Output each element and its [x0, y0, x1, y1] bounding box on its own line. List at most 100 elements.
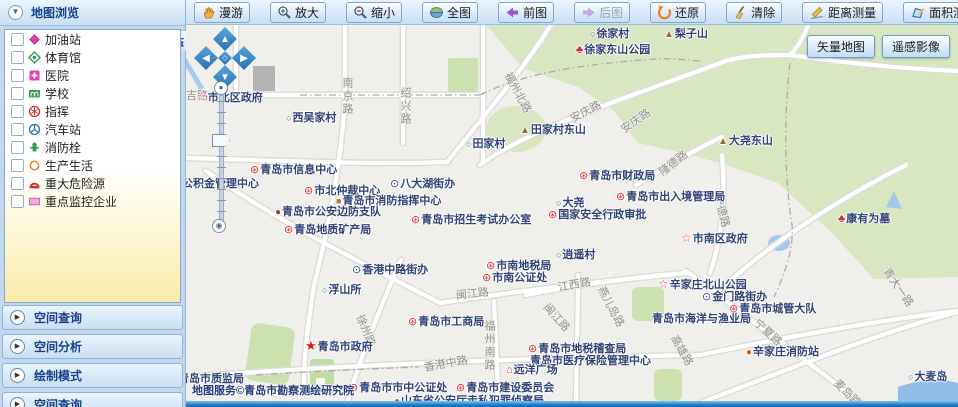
expand-arrow-icon: ▶ [10, 310, 25, 325]
map-canvas[interactable]: 南京路绍兴路安庆路安庆路福州北路吉路隆德路宁德路闽江路闽江路江西路燕儿岛路福州南… [186, 25, 958, 407]
layer-checkbox[interactable] [11, 177, 24, 190]
toolbar-button-label: 全图 [447, 4, 471, 21]
full-extent-button[interactable]: 全图 [422, 2, 478, 23]
legend-label: 生产生活 [45, 157, 93, 174]
vector-map-button[interactable]: 矢量地图 [807, 35, 875, 58]
legend-label: 重大危险源 [45, 175, 105, 192]
zoom-slider-handle[interactable] [212, 134, 230, 147]
toolbar-button-label: 面积测量 [929, 4, 958, 21]
zoom-tick [217, 200, 226, 201]
legend-row: 重点监控企业 [5, 192, 180, 210]
zoom-in-slider-button[interactable]: ● [214, 81, 228, 95]
zoom-slider-track[interactable] [219, 95, 224, 221]
toolbar-button-label: 放大 [295, 4, 319, 21]
layer-checkbox[interactable] [11, 69, 24, 82]
zoom-tick [217, 189, 226, 190]
command-icon [28, 105, 41, 118]
sidebar-header[interactable]: ▼ 地图浏览 [0, 0, 185, 26]
pan-right-button[interactable]: ▶ [232, 46, 256, 70]
layer-checkbox[interactable] [11, 141, 24, 154]
layer-checkbox[interactable] [11, 87, 24, 100]
zoom-tick [217, 123, 226, 124]
gas-station-icon [28, 33, 41, 46]
expand-arrow-icon: ▶ [10, 339, 25, 354]
accordion-label: 绘制模式 [34, 367, 82, 384]
sidebar-accordions: ▶空间查询▶空间分析▶绘制模式▶空间查询 [2, 305, 183, 407]
production-icon [28, 159, 41, 172]
legend-label: 体育馆 [45, 49, 81, 66]
toolbar-button-label: 漫游 [219, 4, 243, 21]
undo-icon [657, 5, 672, 20]
pan-up-button[interactable]: ▲ [213, 27, 237, 51]
pan-left-button[interactable]: ◀ [194, 46, 218, 70]
accordion-label: 空间分析 [34, 338, 82, 355]
hospital-icon [28, 69, 41, 82]
ruler-icon [809, 5, 825, 20]
legend-label: 指挥 [45, 103, 69, 120]
area-measure-button[interactable]: 面积测量 [903, 2, 958, 23]
globe-icon [429, 5, 444, 20]
zoom-slider: ● ◉ [206, 81, 236, 231]
hazard-icon [28, 177, 41, 190]
map-attribution: 地图服务©青岛市勘察测绘研究院 [192, 382, 354, 398]
zoom-out-slider-button[interactable]: ◉ [212, 219, 226, 233]
legend-label: 学校 [45, 85, 69, 102]
remote-sensing-button[interactable]: 遥感影像 [882, 35, 950, 58]
bus-station-icon [28, 123, 41, 136]
distance-measure-button[interactable]: 距离测量 [802, 2, 883, 23]
roam-button[interactable]: 漫游 [194, 2, 250, 23]
main-area: 漫游放大缩小全图前图后图还原清除距离测量面积测量图例 [186, 0, 958, 407]
accordion-spatial-query-2[interactable]: ▶ 空间查询 [2, 392, 183, 407]
expand-arrow-icon: ▶ [10, 397, 25, 407]
gymnasium-icon [28, 51, 41, 64]
zoom-tick [217, 211, 226, 212]
layer-checkbox[interactable] [11, 33, 24, 46]
legend-label: 汽车站 [45, 121, 81, 138]
zoom-out-icon [353, 5, 368, 20]
legend-row: 加油站 [5, 30, 180, 48]
pan-compass: ▲ ◀ ▶ ▼ ◇ [194, 27, 256, 89]
legend-label: 重点监控企业 [45, 193, 117, 210]
layer-checkbox[interactable] [11, 123, 24, 136]
layer-checkbox[interactable] [11, 159, 24, 172]
gis-application-window: ▼ 地图浏览 地图书签图层控制地图状态 加油站体育馆医院学校指挥汽车站消防栓生产… [0, 0, 958, 407]
previous-view-button[interactable]: 前图 [498, 2, 554, 23]
legend-row: 学校 [5, 84, 180, 102]
pan-center-button[interactable]: ◇ [218, 51, 232, 65]
accordion-draw-mode[interactable]: ▶ 绘制模式 [2, 363, 183, 388]
arrow-right-icon [581, 6, 596, 19]
hand-icon [201, 5, 216, 20]
zoom-in-button[interactable]: 放大 [270, 2, 326, 23]
layer-control-panel: 加油站体育馆医院学校指挥汽车站消防栓生产生活重大危险源重点监控企业 [4, 29, 181, 303]
map-toolbar: 漫游放大缩小全图前图后图还原清除距离测量面积测量图例 [186, 0, 958, 25]
toolbar-button-label: 前图 [523, 4, 547, 21]
legend-row: 体育馆 [5, 48, 180, 66]
clear-button[interactable]: 清除 [726, 2, 782, 23]
zoom-tick [217, 101, 226, 102]
zoom-tick [217, 167, 226, 168]
legend-row: 消防栓 [5, 138, 180, 156]
accordion-spatial-analysis[interactable]: ▶ 空间分析 [2, 334, 183, 359]
legend-row: 医院 [5, 66, 180, 84]
expand-arrow-icon: ▶ [10, 368, 25, 383]
zoom-tick [217, 178, 226, 179]
layer-checkbox[interactable] [11, 105, 24, 118]
layer-checkbox[interactable] [11, 195, 24, 208]
restore-button[interactable]: 还原 [650, 2, 706, 23]
brush-icon [733, 5, 748, 20]
zoom-out-button[interactable]: 缩小 [346, 2, 402, 23]
collapse-panel-icon[interactable]: ▼ [8, 5, 23, 20]
legend-row: 生产生活 [5, 156, 180, 174]
zoom-tick [217, 156, 226, 157]
layer-checkbox[interactable] [11, 51, 24, 64]
next-view-button[interactable]: 后图 [574, 2, 630, 23]
toolbar-button-label: 距离测量 [828, 4, 876, 21]
accordion-label: 空间查询 [34, 396, 82, 407]
basemap-graphics [186, 25, 958, 407]
toolbar-button-label: 清除 [751, 4, 775, 21]
area-icon [910, 5, 926, 20]
legend-label: 加油站 [45, 31, 81, 48]
school-icon [28, 87, 41, 100]
enterprise-icon [28, 195, 41, 208]
accordion-spatial-query[interactable]: ▶空间查询 [2, 305, 183, 330]
